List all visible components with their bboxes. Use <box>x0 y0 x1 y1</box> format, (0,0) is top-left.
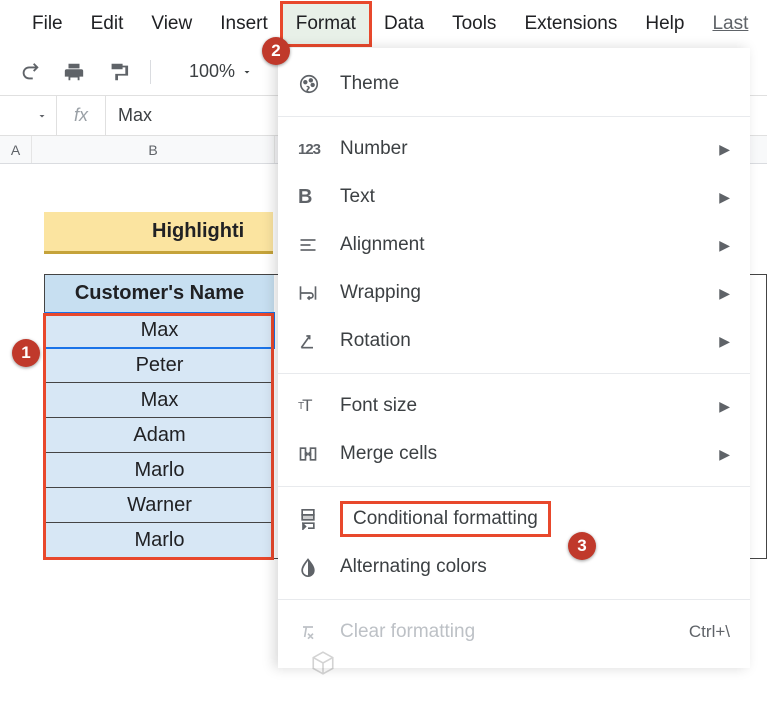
dropdown-text[interactable]: B Text ▶ <box>278 173 750 221</box>
fontsize-icon: TT <box>298 396 340 416</box>
column-header-b[interactable]: B <box>32 136 275 163</box>
title-band[interactable]: Highlighti <box>44 212 273 254</box>
paint-format-button[interactable] <box>100 54 136 90</box>
number-icon: 123 <box>298 141 340 158</box>
formula-input[interactable]: Max <box>106 105 152 126</box>
toolbar-divider <box>150 60 151 84</box>
menu-bar: File Edit View Insert Format Data Tools … <box>0 0 767 48</box>
dropdown-theme[interactable]: Theme <box>278 60 750 108</box>
callout-badge-2: 2 <box>262 37 290 65</box>
chevron-right-icon: ▶ <box>719 141 730 158</box>
menu-extensions[interactable]: Extensions <box>510 3 631 45</box>
dropdown-separator <box>278 116 750 117</box>
chevron-right-icon: ▶ <box>719 446 730 463</box>
callout-badge-3: 3 <box>568 532 596 560</box>
dropdown-label: Alignment <box>340 234 719 256</box>
menu-last[interactable]: Last <box>698 3 762 45</box>
menu-format[interactable]: Format <box>282 3 370 45</box>
chevron-right-icon: ▶ <box>719 398 730 415</box>
conditional-formatting-icon <box>298 508 340 530</box>
print-button[interactable] <box>56 54 92 90</box>
dropdown-label: Wrapping <box>340 282 719 304</box>
menu-file[interactable]: File <box>18 3 77 45</box>
dropdown-label: Text <box>340 186 719 208</box>
dropdown-wrapping[interactable]: Wrapping ▶ <box>278 269 750 317</box>
menu-data[interactable]: Data <box>370 3 438 45</box>
redo-button[interactable] <box>12 54 48 90</box>
dropdown-separator <box>278 486 750 487</box>
chevron-down-icon <box>36 110 48 122</box>
dropdown-fontsize[interactable]: TT Font size ▶ <box>278 382 750 430</box>
menu-help[interactable]: Help <box>631 3 698 45</box>
dropdown-conditional-formatting[interactable]: Conditional formatting <box>278 495 750 543</box>
table-row[interactable]: Peter <box>45 348 274 383</box>
zoom-value: 100% <box>189 61 235 82</box>
dropdown-label: Conditional formatting <box>353 508 538 529</box>
table-row[interactable]: Max <box>45 313 274 348</box>
dropdown-alternating-colors[interactable]: Alternating colors <box>278 543 750 591</box>
dropdown-label: Font size <box>340 395 719 417</box>
dropdown-label: Clear formatting <box>340 621 689 643</box>
name-box[interactable] <box>0 110 56 122</box>
chevron-down-icon <box>241 66 253 78</box>
zoom-dropdown[interactable]: 100% <box>189 61 253 82</box>
wrapping-icon <box>298 283 340 303</box>
dropdown-label: Rotation <box>340 330 719 352</box>
dropdown-label: Merge cells <box>340 443 719 465</box>
dropdown-clear-formatting[interactable]: Clear formatting Ctrl+\ <box>278 608 750 656</box>
clear-formatting-icon <box>298 622 340 642</box>
format-dropdown: Theme 123 Number ▶ B Text ▶ Alignment ▶ … <box>278 48 750 668</box>
table-row[interactable]: Adam <box>45 418 274 453</box>
merge-icon <box>298 444 340 464</box>
callout-badge-1: 1 <box>12 339 40 367</box>
table-row[interactable]: Marlo <box>45 523 274 558</box>
rotation-icon <box>298 331 340 351</box>
chevron-right-icon: ▶ <box>719 237 730 254</box>
menu-edit[interactable]: Edit <box>77 3 138 45</box>
alignment-icon <box>298 235 340 255</box>
dropdown-label: Theme <box>340 73 730 95</box>
menu-tools[interactable]: Tools <box>438 3 510 45</box>
dropdown-label: Alternating colors <box>340 556 730 578</box>
table-row[interactable]: Warner <box>45 488 274 523</box>
chevron-right-icon: ▶ <box>719 285 730 302</box>
dropdown-separator <box>278 373 750 374</box>
dropdown-merge[interactable]: Merge cells ▶ <box>278 430 750 478</box>
table-header[interactable]: Customer's Name <box>45 275 274 313</box>
theme-icon <box>298 73 340 95</box>
fx-label: fx <box>56 96 106 135</box>
dropdown-alignment[interactable]: Alignment ▶ <box>278 221 750 269</box>
menu-view[interactable]: View <box>137 3 206 45</box>
dropdown-label: Number <box>340 138 719 160</box>
chevron-right-icon: ▶ <box>719 189 730 206</box>
shortcut-label: Ctrl+\ <box>689 622 730 642</box>
dropdown-number[interactable]: 123 Number ▶ <box>278 125 750 173</box>
table-row[interactable]: Marlo <box>45 453 274 488</box>
dropdown-separator <box>278 599 750 600</box>
bold-icon: B <box>298 186 340 209</box>
chevron-right-icon: ▶ <box>719 333 730 350</box>
column-header-a[interactable]: A <box>0 136 32 163</box>
alternating-colors-icon <box>298 557 340 577</box>
dropdown-rotation[interactable]: Rotation ▶ <box>278 317 750 365</box>
table-row[interactable]: Max <box>45 383 274 418</box>
